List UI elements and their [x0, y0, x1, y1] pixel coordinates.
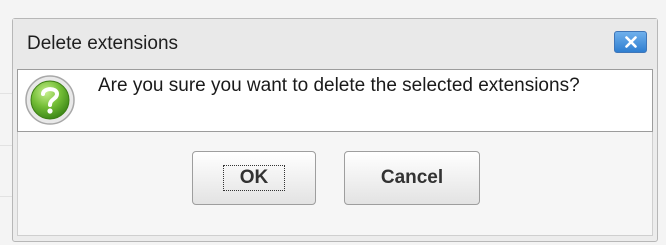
dialog-title: Delete extensions: [27, 33, 179, 54]
dialog-message: Are you sure you want to delete the sele…: [98, 75, 580, 96]
dialog-titlebar: Delete extensions: [13, 19, 657, 69]
backdrop-divider: [0, 196, 12, 197]
dialog-message-panel: Are you sure you want to delete the sele…: [17, 69, 653, 132]
backdrop-divider: [0, 93, 12, 94]
help-question-icon: [25, 75, 75, 125]
cancel-button[interactable]: Cancel: [344, 151, 480, 205]
ok-button-label: OK: [223, 165, 285, 191]
dialog-button-bar: OK Cancel: [17, 132, 653, 236]
close-button[interactable]: [614, 31, 647, 53]
delete-extensions-dialog: Delete extensions Are you sure you want …: [12, 18, 658, 242]
close-x-icon: [625, 36, 637, 48]
backdrop-divider: [0, 145, 12, 146]
ok-button[interactable]: OK: [192, 151, 316, 205]
